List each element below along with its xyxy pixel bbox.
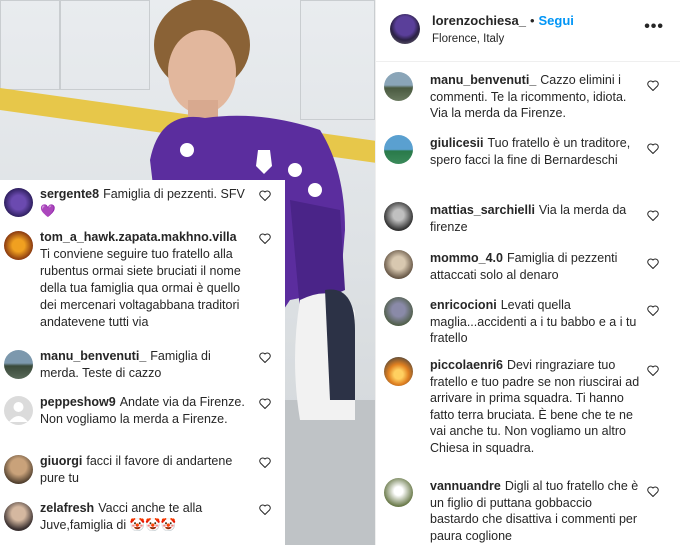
heart-icon[interactable] xyxy=(259,398,271,409)
post-author: lorenzochiesa_ • Segui xyxy=(432,13,574,28)
avatar[interactable] xyxy=(384,250,413,279)
comment-username[interactable]: giulicesii xyxy=(430,136,484,150)
comment-username[interactable]: sergente8 xyxy=(40,187,99,201)
avatar[interactable] xyxy=(384,202,413,231)
avatar[interactable] xyxy=(4,502,33,531)
comment: giuorgi facci il favore di andartene pure… xyxy=(0,453,285,487)
comment: enricocioni Levati quella maglia...accide… xyxy=(376,297,680,347)
heart-icon[interactable] xyxy=(647,210,659,221)
comment: manu_benvenuti_ Famiglia di merda. Teste … xyxy=(0,348,285,382)
avatar[interactable] xyxy=(4,231,33,260)
comment: piccolaenri6 Devi ringraziare tuo fratell… xyxy=(376,357,680,456)
avatar[interactable] xyxy=(390,14,420,44)
heart-icon[interactable] xyxy=(259,190,271,201)
comment: peppeshow9 Andate via da Firenze. Non vog… xyxy=(0,394,285,428)
heart-icon[interactable] xyxy=(647,486,659,497)
comment: zelafresh Vacci anche te alla Juve,famigl… xyxy=(0,500,285,534)
post-header: lorenzochiesa_ • Segui Florence, Italy ••• xyxy=(376,0,680,62)
comment-username[interactable]: mommo_4.0 xyxy=(430,251,503,265)
comment: manu_benvenuti_ Cazzo elimini i commenti.… xyxy=(376,72,680,122)
comment: mommo_4.0 Famiglia di pezzenti attaccati … xyxy=(376,250,680,283)
heart-icon[interactable] xyxy=(259,233,271,244)
comment-username[interactable]: manu_benvenuti_ xyxy=(40,349,146,363)
comment: mattias_sarchielli Via la merda da firenz… xyxy=(376,202,680,235)
wall-tile xyxy=(60,0,150,90)
comment: vannuandre Digli al tuo fratello che è un… xyxy=(376,478,680,544)
left-comments-overlay: sergente8 Famiglia di pezzenti. SFV💜 tom_… xyxy=(0,180,285,545)
more-options-icon[interactable]: ••• xyxy=(644,18,664,36)
avatar[interactable] xyxy=(4,455,33,484)
heart-icon[interactable] xyxy=(647,143,659,154)
avatar[interactable] xyxy=(384,357,413,386)
post-username[interactable]: lorenzochiesa_ xyxy=(432,13,526,28)
post-location[interactable]: Florence, Italy xyxy=(432,33,504,45)
comment-username[interactable]: giuorgi xyxy=(40,454,82,468)
comment-username[interactable]: manu_benvenuti_ xyxy=(430,73,536,87)
wall-tile xyxy=(0,0,60,90)
comment-text: Devi ringraziare tuo fratello e tuo padr… xyxy=(430,358,640,455)
comments-panel: lorenzochiesa_ • Segui Florence, Italy •••… xyxy=(375,0,680,545)
avatar[interactable] xyxy=(384,297,413,326)
follow-button[interactable]: Segui xyxy=(539,13,574,28)
comment-username[interactable]: zelafresh xyxy=(40,501,94,515)
heart-icon[interactable] xyxy=(259,457,271,468)
avatar[interactable] xyxy=(384,135,413,164)
heart-icon[interactable] xyxy=(647,365,659,376)
separator-dot: • xyxy=(529,13,535,28)
comment-username[interactable]: enricocioni xyxy=(430,298,497,312)
comment-username[interactable]: tom_a_hawk.zapata.makhno.villa xyxy=(40,230,237,244)
heart-icon[interactable] xyxy=(259,504,271,515)
heart-icon[interactable] xyxy=(647,305,659,316)
comment: sergente8 Famiglia di pezzenti. SFV💜 xyxy=(0,186,285,220)
heart-icon[interactable] xyxy=(259,352,271,363)
comment-username[interactable]: mattias_sarchielli xyxy=(430,203,535,217)
comment-username[interactable]: vannuandre xyxy=(430,479,501,493)
avatar[interactable] xyxy=(4,188,33,217)
avatar[interactable] xyxy=(4,350,33,379)
heart-icon[interactable] xyxy=(647,258,659,269)
comment-username[interactable]: piccolaenri6 xyxy=(430,358,503,372)
comment: tom_a_hawk.zapata.makhno.villa Ti convien… xyxy=(0,229,285,331)
comment: giulicesii Tuo fratello è un traditore, s… xyxy=(376,135,680,168)
comment-text: Ti conviene seguire tuo fratello alla ru… xyxy=(40,247,241,329)
avatar[interactable] xyxy=(4,396,33,425)
avatar[interactable] xyxy=(384,478,413,507)
avatar[interactable] xyxy=(384,72,413,101)
comment-username[interactable]: peppeshow9 xyxy=(40,395,116,409)
heart-icon[interactable] xyxy=(647,80,659,91)
